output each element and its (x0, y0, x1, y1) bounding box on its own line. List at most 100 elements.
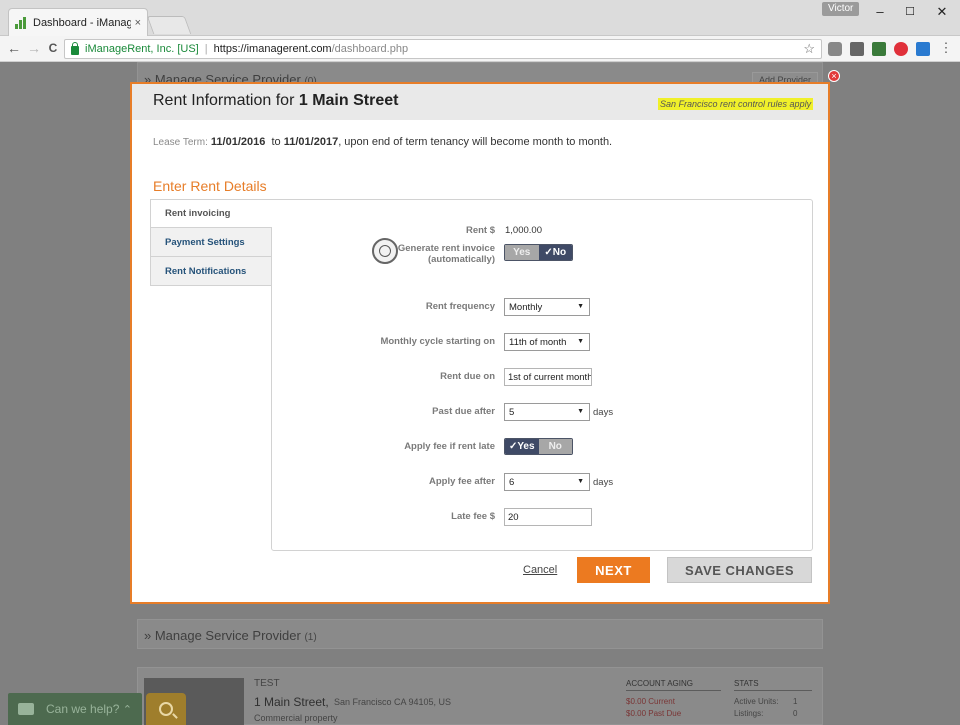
lease-label: Lease Term: (153, 137, 208, 148)
modal-title: Rent Information for 1 Main Street (153, 92, 398, 110)
window-close-icon[interactable]: ✕ (928, 4, 956, 20)
browser-toolbar: ← → C iManageRent, Inc. [US] | https://i… (0, 36, 960, 62)
save-changes-button[interactable]: SAVE CHANGES (667, 557, 812, 583)
cycle-select[interactable]: 11th of month ▼ (504, 333, 590, 351)
chat-help-widget[interactable]: Can we help? ⌃ (8, 693, 142, 725)
url-separator: | (204, 43, 208, 55)
secure-org: iManageRent, Inc. [US] (85, 43, 199, 55)
fee-after-label: Apply fee after (429, 476, 495, 487)
rent-info-modal: Rent Information for 1 Main Street San F… (130, 82, 830, 604)
late-fee-label: Late fee $ (451, 511, 495, 522)
past-due-select[interactable]: 5 ▼ (504, 403, 590, 421)
next-button[interactable]: NEXT (577, 557, 650, 583)
listing-tag: TEST (254, 678, 280, 689)
bg-property-listing: TEST 1 Main Street, San Francisco CA 941… (137, 667, 823, 725)
frequency-label: Rent frequency (425, 301, 495, 312)
lease-term: Lease Term: 11/01/2016 to 11/01/2017, up… (153, 136, 612, 148)
cycle-value: 11th of month (509, 337, 567, 348)
lock-icon (71, 41, 79, 55)
camera-extension-icon[interactable] (828, 42, 842, 56)
frequency-value: Monthly (509, 302, 543, 313)
browser-tab[interactable]: Dashboard - iManageRe × (8, 8, 148, 36)
maximize-icon[interactable]: ☐ (896, 4, 924, 20)
profile-chip[interactable]: Victor (822, 2, 860, 16)
generate-invoice-label: Generate rent invoice (397, 243, 495, 254)
chevron-down-icon: ▼ (577, 478, 584, 485)
rent-control-badge: San Francisco rent control rules apply (658, 98, 814, 110)
browser-menu-icon[interactable]: ⋮ (938, 40, 954, 56)
apply-fee-toggle[interactable]: ✓Yes No (504, 438, 573, 455)
stats-listings-label: Listings: (734, 709, 764, 718)
listing-title: 1 Main Street, (254, 695, 329, 709)
search-button[interactable] (146, 693, 186, 725)
address-bar[interactable]: iManageRent, Inc. [US] | https://imanage… (64, 39, 822, 59)
modal-title-address: 1 Main Street (298, 92, 399, 109)
cancel-button[interactable]: Cancel (523, 564, 557, 576)
generate-invoice-yes[interactable]: Yes (505, 245, 539, 260)
lease-suffix: , upon end of term tenancy will become m… (338, 136, 613, 148)
fee-after-select[interactable]: 6 ▼ (504, 473, 590, 491)
tab-title: Dashboard - iManageRe (33, 16, 131, 29)
modal-header: Rent Information for 1 Main Street San F… (132, 84, 828, 120)
late-fee-input[interactable]: 20 (504, 508, 592, 526)
stats-listings-value: 0 (793, 709, 798, 718)
chat-label: Can we help? (46, 702, 120, 716)
cycle-label: Monthly cycle starting on (380, 336, 495, 347)
frequency-select[interactable]: Monthly ▼ (504, 298, 590, 316)
search-icon (159, 702, 173, 716)
browser-titlebar: Dashboard - iManageRe × Victor – ☐ ✕ (0, 0, 960, 36)
listing-address: San Francisco CA 94105, US (334, 697, 452, 707)
new-tab-button[interactable] (146, 16, 192, 34)
past-due-label: Past due after (432, 406, 495, 417)
back-icon[interactable]: ← (6, 40, 22, 56)
tab-rent-invoicing[interactable]: Rent invoicing (150, 199, 272, 228)
generate-invoice-no[interactable]: ✓No (538, 245, 572, 260)
chat-bubble-icon (18, 703, 34, 715)
due-input[interactable]: 1st of current month (504, 368, 592, 386)
chevron-down-icon: ▼ (577, 338, 584, 345)
apply-fee-no[interactable]: No (538, 439, 572, 454)
generate-invoice-sublabel: (automatically) (427, 254, 495, 265)
extension-icon[interactable] (850, 42, 864, 56)
url-host: https://imanagerent.com (213, 43, 332, 55)
listing-type: Commercial property (254, 713, 338, 723)
fee-after-unit: days (593, 477, 614, 488)
extension-badge-icon[interactable] (872, 42, 886, 56)
rent-value: 1,000.00 (505, 225, 542, 236)
extension-shield-icon[interactable] (894, 42, 908, 56)
lease-start: 11/01/2016 (210, 136, 266, 148)
forward-icon[interactable]: → (26, 40, 42, 56)
bg-heading-text-2: » Manage Service Provider (144, 628, 301, 643)
due-label: Rent due on (440, 371, 495, 382)
aging-past-due: $0.00 Past Due (626, 709, 682, 718)
stats-units-label: Active Units: (734, 697, 779, 706)
url-path: /dashboard.php (331, 43, 409, 55)
reload-icon[interactable]: C (45, 40, 61, 56)
lease-end: 11/01/2017 (283, 136, 339, 148)
bg-service-provider-panel-2: » Manage Service Provider (1) (137, 619, 823, 649)
extension-s-icon[interactable] (916, 42, 930, 56)
chevron-down-icon: ▼ (577, 303, 584, 310)
generate-invoice-toggle[interactable]: Yes ✓No (504, 244, 573, 261)
modal-title-prefix: Rent Information for (153, 92, 295, 109)
side-tabs: Rent invoicing Payment Settings Rent Not… (150, 199, 272, 286)
chevron-down-icon: ▼ (577, 408, 584, 415)
stats-units-value: 1 (793, 697, 798, 706)
apply-fee-yes[interactable]: ✓Yes (505, 439, 539, 454)
lease-to: to (271, 136, 281, 148)
fee-after-value: 6 (509, 477, 515, 488)
tab-payment-settings[interactable]: Payment Settings (150, 228, 272, 257)
apply-fee-label: Apply fee if rent late (404, 441, 495, 452)
past-due-value: 5 (509, 407, 515, 418)
minimize-icon[interactable]: – (866, 4, 894, 20)
bookmark-star-icon[interactable]: ☆ (803, 41, 815, 57)
section-title: Enter Rent Details (153, 178, 267, 194)
rent-details-panel: Rent $ 1,000.00 Generate rent invoice (a… (271, 199, 813, 551)
past-due-unit: days (593, 407, 614, 418)
aging-header: ACCOUNT AGING (626, 679, 721, 691)
modal-close-icon[interactable]: × (828, 70, 840, 82)
tab-rent-notifications[interactable]: Rent Notifications (150, 257, 272, 286)
chevron-up-icon[interactable]: ⌃ (123, 703, 132, 716)
tab-close-icon[interactable]: × (135, 17, 141, 29)
stats-header: STATS (734, 679, 812, 691)
